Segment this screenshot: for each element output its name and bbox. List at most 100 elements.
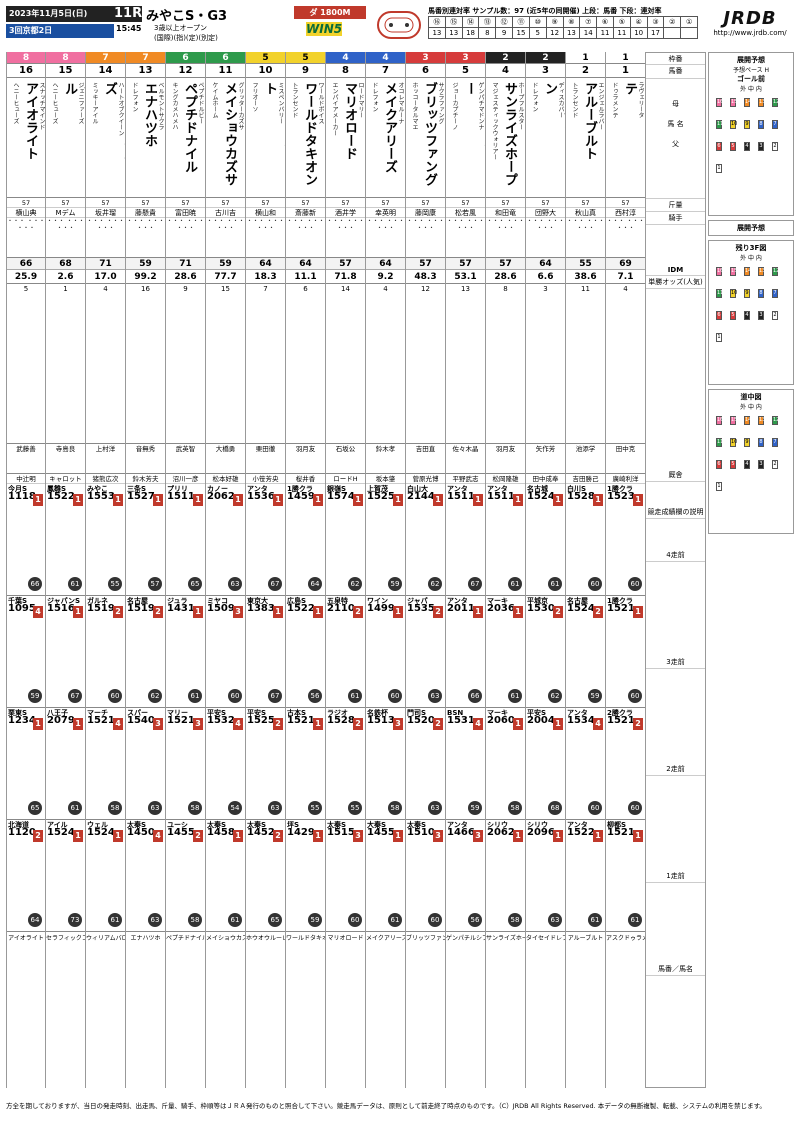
past-race[interactable]: BSN 1531 4 59 (446, 708, 485, 820)
horse-column[interactable]: 23ドレフォンタイセイドレフォンディスカバー57団野大・・・ ・・・ ・・・64… (526, 52, 566, 1088)
idm-value: 66 (7, 258, 45, 270)
past-race-idm: 67 (68, 689, 82, 703)
past-race[interactable]: 今月S 1118 1 66 (7, 484, 45, 596)
horse-column[interactable]: 3 6 ホッコータルマエ ブリッツファング サクラファング 57 藤岡康 ・・・ ・・・ ・・… (406, 52, 446, 1088)
past-race[interactable]: 八王子 2079 1 61 (46, 708, 85, 820)
horse-column[interactable]: 4 8 エンパイアメーカー マリオロード ロードマリー 57 酒井学 ・・・ ・・・ ・・・ 5… (326, 52, 366, 1088)
past-race[interactable]: ウェル 1524 1 61 (86, 820, 125, 932)
past-race-finish: 1 (113, 830, 123, 842)
past-race[interactable]: 平安S 2004 1 68 (526, 708, 565, 820)
horse-column[interactable]: 7 13 ドレフォン エナハツホ ベルモントサクラ 57 藤懸貴 ・・・ ・・・ ・・・ 59 9… (126, 52, 166, 1088)
past-race[interactable]: マーキ 2036 1 61 (486, 596, 525, 708)
past-race[interactable]: 千葉S 1095 4 59 (7, 596, 45, 708)
past-race[interactable]: 上賀茂 1525 1 59 (366, 484, 405, 596)
past-race[interactable]: マーチ 1521 4 58 (86, 708, 125, 820)
past-race[interactable]: 大秦S 1455 1 61 (366, 820, 405, 932)
horse-column[interactable]: 6 11 ケイムホーム メイショウカズサ グリッターカズサ 57 古川吉 ・・・ ・・・ ・・… (206, 52, 246, 1088)
past-race[interactable]: 名古屋 1519 2 62 (126, 596, 165, 708)
horse-column[interactable]: 2 4 マジェスティックウォリアー サンライズホープ ホープフルスター 57 和田竜 ・・・ … (486, 52, 526, 1088)
owner-name: ロードH (326, 474, 365, 484)
past-race[interactable]: プリリ 1511 1 65 (166, 484, 205, 596)
past-race[interactable]: アンタ 1536 1 67 (246, 484, 285, 596)
past-race[interactable]: アイル 1524 1 73 (46, 820, 85, 932)
horse-column[interactable]: 714ミッキーアイルウィリアムバローズハートオブクイーン57坂井瑠・・・ ・・・… (86, 52, 126, 1088)
past-race[interactable]: ユーシ 1455 2 58 (166, 820, 205, 932)
past-race[interactable]: シリウ 2096 1 63 (526, 820, 565, 932)
sire-name: トランセンド (291, 82, 298, 118)
past-race[interactable]: 白山大 2144 1 62 (406, 484, 445, 596)
past-race[interactable]: 銀嶺S 1574 1 62 (326, 484, 365, 596)
past-race[interactable]: 1勝クラ 1523 1 60 (606, 484, 645, 596)
past-race[interactable]: 三条S 1527 1 57 (126, 484, 165, 596)
past-race[interactable]: 古本S 1521 1 55 (286, 708, 325, 820)
past-race[interactable]: 平城京 1530 2 62 (526, 596, 565, 708)
past-race[interactable]: ワイン 1499 1 60 (366, 596, 405, 708)
past-race-idm: 58 (188, 801, 202, 815)
past-race[interactable]: 太秦S 1450 4 63 (126, 820, 165, 932)
past-race[interactable]: ラジオ 1528 2 55 (326, 708, 365, 820)
horse-column[interactable]: 5 9 トランセンド ワールドタキオン ワールドボイス 57 斎藤新 ・・・ ・・・ ・・・ 6… (286, 52, 326, 1088)
past-race[interactable]: 白川S 1528 1 60 (566, 484, 605, 596)
past-race[interactable]: ジャパ 1535 2 63 (406, 596, 445, 708)
horse-column[interactable]: 815ヘニーヒューズセラフィックコールジェニファーズ57Mデム・・・ ・・・ ・… (46, 52, 86, 1088)
past-race[interactable]: 1勝クラ 1521 1 60 (606, 596, 645, 708)
horse-column[interactable]: 35ジョーカプチーノゲンパチルシファーゲンパチマドンナ57松若風・・・ ・・・ … (446, 52, 486, 1088)
past-race[interactable]: 北海道 1120 2 64 (7, 820, 45, 932)
bottom-horse-name: ワールドタキオン (286, 935, 325, 942)
past-race[interactable]: 五泉特 2110 2 61 (326, 596, 365, 708)
past-race[interactable]: 名古城 1524 1 61 (526, 484, 565, 596)
past-race[interactable]: 1勝クラ 1459 1 64 (286, 484, 325, 596)
past-race[interactable]: ジャパンS 1516 1 67 (46, 596, 85, 708)
past-race[interactable]: 広島S 1522 1 56 (286, 596, 325, 708)
odds-value: 6.6 (537, 272, 554, 282)
horse-column[interactable]: 8 16 ヘニーヒューズ アイオライト スナッチマインド 57 横山典 ・・・ ・・・ ・・・… (6, 52, 46, 1088)
past-race[interactable]: 栗東S 1234 1 65 (7, 708, 45, 820)
past-race[interactable]: 太秦S 1458 1 61 (206, 820, 245, 932)
past-race[interactable]: 太秦S 1510 3 60 (406, 820, 445, 932)
past-race[interactable]: マリー 1521 3 58 (166, 708, 205, 820)
past-race[interactable]: アンタ 2011 1 66 (446, 596, 485, 708)
past-race[interactable]: 柳都S 1521 1 61 (606, 820, 645, 932)
pace-sub: 予想ペース H (732, 67, 770, 74)
past-race[interactable]: 鳳雛S 1522 1 61 (46, 484, 85, 596)
past-race[interactable]: シリウ 2062 1 58 (486, 820, 525, 932)
trainer-name: 武藤善 (7, 444, 45, 474)
past-race[interactable]: アンタ 1511 1 67 (446, 484, 485, 596)
horse-column[interactable]: 6 12 キングカメハメハ ペプチドナイル ペプチドルビー 57 富田暁 ・・・ ・・・ ・・… (166, 52, 206, 1088)
past-race[interactable]: ミヤコ 1509 3 60 (206, 596, 245, 708)
past-race[interactable]: スパー 1540 3 63 (126, 708, 165, 820)
carry-weight: 57 (166, 198, 205, 208)
past-race[interactable]: カノー 2062 1 63 (206, 484, 245, 596)
legend-idm: IDM (646, 265, 705, 276)
horse-column[interactable]: 11ドゥラメンテアスクドゥラメンテラヴェリータ57西村淳・・・ ・・・ ・・・6… (606, 52, 646, 1088)
past-race[interactable]: 名古屋 1524 2 59 (566, 596, 605, 708)
past-race[interactable]: 平安S 1525 2 63 (246, 708, 285, 820)
past-race[interactable]: アンタ 1534 4 60 (566, 708, 605, 820)
mid-box: 道中図 外 中 内 16 15 14 13 12 11 10 9 8 7 6 5 4 3 2 1 (708, 389, 794, 534)
past-race-idm: 60 (388, 689, 402, 703)
past-race[interactable]: 門司S 1520 2 63 (406, 708, 445, 820)
post-number-cell: ⑯ (428, 16, 446, 28)
past-race[interactable]: 平安S 1532 4 54 (206, 708, 245, 820)
past-race[interactable]: 東京大 1383 1 67 (246, 596, 285, 708)
past-race[interactable]: アンタ 1522 1 61 (566, 820, 605, 932)
past-race[interactable]: 太秦S 1452 2 65 (246, 820, 285, 932)
dam-name: オコレマルーナ (397, 82, 404, 124)
past-race-idm: 63 (148, 801, 162, 815)
odds-value: 99.2 (134, 272, 157, 282)
horse-column[interactable]: 510フリオーソホウオウルーレットミスペンバリー57横山和・・・ ・・・ ・・・… (246, 52, 286, 1088)
past-race[interactable]: 太秦S 1515 3 60 (326, 820, 365, 932)
past-race[interactable]: アンタ 1466 3 56 (446, 820, 485, 932)
win-odds: 77.7 (206, 270, 245, 284)
past-race-idm: 66 (28, 577, 42, 591)
past-race[interactable]: 2勝クラ 1521 2 60 (606, 708, 645, 820)
horse-column[interactable]: 1 2 トランセンド アルーブルト エンジェルラバー 57 秋山真 ・・・ ・・・ ・・・ 55… (566, 52, 606, 1088)
past-race[interactable]: みやこ 1553 1 55 (86, 484, 125, 596)
past-race[interactable]: ジュラ 1431 1 61 (166, 596, 205, 708)
past-race[interactable]: 坪S 1429 1 59 (286, 820, 325, 932)
past-race[interactable]: アンタ 1511 1 61 (486, 484, 525, 596)
past-race[interactable]: ガルネ 1519 2 60 (86, 596, 125, 708)
horse-column[interactable]: 4 7 ドレフォン メイクアリーズ オコレマルーナ 57 幸英明 ・・・ ・・・ ・・・ 64 9… (366, 52, 406, 1088)
past-race[interactable]: マーキ 2060 1 58 (486, 708, 525, 820)
past-race[interactable]: 名鉄杯 1513 3 58 (366, 708, 405, 820)
